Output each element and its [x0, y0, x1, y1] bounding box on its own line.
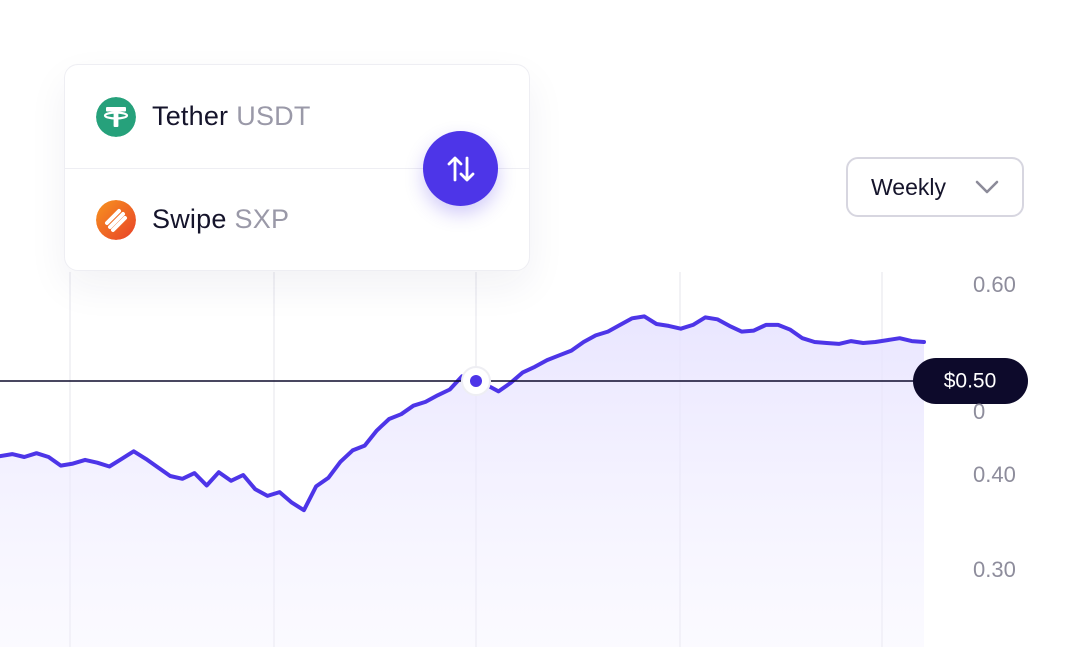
period-select[interactable]: Weekly [846, 157, 1024, 217]
swipe-icon [96, 199, 136, 240]
y-axis-tick-label: 0.30 [973, 557, 1016, 582]
swap-button[interactable] [423, 131, 498, 206]
y-axis-tick-label: 0 [973, 399, 985, 424]
to-currency-name: Swipe [152, 204, 227, 234]
y-axis-tick-label: 0.60 [973, 272, 1016, 297]
period-select-value: Weekly [871, 174, 946, 200]
price-tag-label: $0.50 [944, 370, 997, 393]
price-tag: $0.50 [913, 358, 1028, 404]
tether-icon [96, 96, 136, 137]
y-axis-tick-label: 0.40 [973, 462, 1016, 487]
from-currency-symbol: USDT [236, 101, 311, 131]
swap-arrows-icon [447, 156, 474, 181]
from-currency-name: Tether [152, 101, 229, 131]
chevron-down-icon [975, 180, 999, 194]
crosshair-marker[interactable] [461, 366, 491, 396]
price-area [0, 316, 924, 647]
to-currency-symbol: SXP [234, 204, 290, 234]
